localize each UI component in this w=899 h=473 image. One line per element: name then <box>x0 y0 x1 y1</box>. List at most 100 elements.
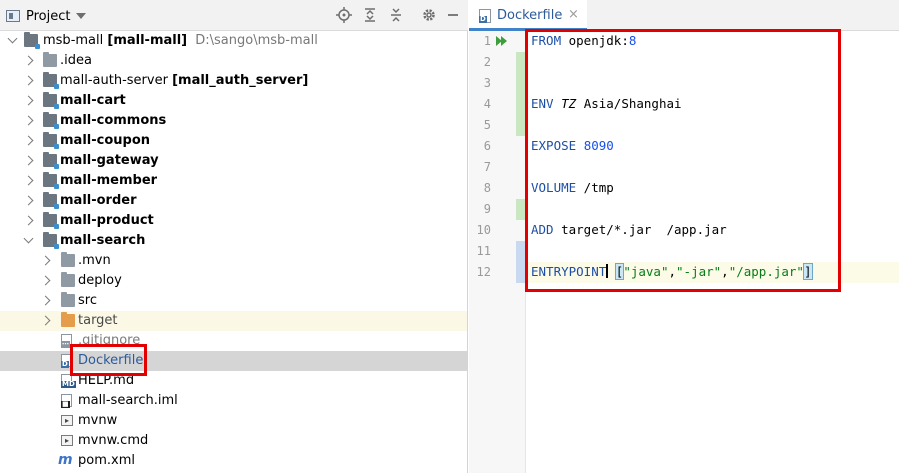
chevron-down-icon[interactable] <box>23 233 34 244</box>
module-folder-icon <box>43 212 59 229</box>
project-panel-header: Project <box>0 0 468 31</box>
module-folder-icon <box>43 112 59 129</box>
chevron-right-icon[interactable] <box>23 115 34 126</box>
module-folder-icon <box>43 172 59 189</box>
terminal-file-icon: ▸ <box>61 435 73 446</box>
line-number: 8 <box>483 181 491 195</box>
tree-item-label: target <box>78 313 118 328</box>
line-number: 1 <box>483 34 491 48</box>
module-folder-icon <box>43 72 59 89</box>
close-icon[interactable]: × <box>568 7 579 22</box>
root-name: msb-mall <box>43 33 104 48</box>
module-folder-icon <box>43 152 59 169</box>
folder-icon <box>61 252 75 267</box>
chevron-right-icon[interactable] <box>23 95 34 106</box>
module-folder-icon <box>43 92 59 109</box>
module-folder-icon <box>24 32 40 49</box>
vcs-change-marker[interactable] <box>516 241 525 283</box>
chevron-right-icon[interactable] <box>23 215 34 226</box>
module-folder-icon <box>43 232 59 249</box>
tree-item-label: .idea <box>60 53 92 68</box>
maven-file-icon: m <box>58 452 73 468</box>
tree-item-mvnw[interactable]: ▸ mvnw <box>0 411 467 431</box>
tree-item-deploy[interactable]: deploy <box>0 271 467 291</box>
tree-item-mall-coupon[interactable]: mall-coupon <box>0 131 467 151</box>
tree-item-label: mall-search.iml <box>78 393 178 408</box>
tree-item-pom-xml[interactable]: m pom.xml <box>0 451 467 471</box>
line-number: 2 <box>483 55 491 69</box>
module-folder-icon <box>43 192 59 209</box>
tree-item-mall-gateway[interactable]: mall-gateway <box>0 151 467 171</box>
tree-item-label: .mvn <box>78 253 111 268</box>
project-view-selector[interactable]: Project <box>6 7 87 25</box>
chevron-down-icon <box>76 13 87 19</box>
tree-item-label: mall-product <box>60 213 154 228</box>
terminal-file-icon: ▸ <box>61 415 73 426</box>
tree-item-label: mall-auth-server <box>60 73 168 88</box>
module-folder-icon <box>43 132 59 149</box>
tree-item-label: pom.xml <box>78 453 135 468</box>
chevron-right-icon[interactable] <box>23 55 34 66</box>
tree-item-mall-auth-server[interactable]: mall-auth-server [mall_auth_server] <box>0 71 467 91</box>
tab-dockerfile[interactable]: D Dockerfile × <box>469 0 587 31</box>
chevron-right-icon[interactable] <box>23 175 34 186</box>
hide-panel-icon[interactable] <box>445 7 461 23</box>
run-icon[interactable] <box>501 36 507 46</box>
project-tool-window: Project msb-mall [mall-mall] D:\sango\ms… <box>0 0 468 473</box>
tree-item-mvn[interactable]: .mvn <box>0 251 467 271</box>
tree-item-mall-member[interactable]: mall-member <box>0 171 467 191</box>
tree-item-mall-search[interactable]: mall-search <box>0 231 467 251</box>
tree-item-label: mvnw <box>78 413 118 428</box>
root-module: [mall-mall] <box>107 33 188 48</box>
tree-item-label: mvnw.cmd <box>78 433 149 448</box>
expand-all-icon[interactable] <box>362 7 378 23</box>
dockerfile-icon: D <box>479 9 491 23</box>
vcs-change-marker[interactable] <box>516 52 525 136</box>
tree-item-label: mall-order <box>60 193 137 208</box>
chevron-right-icon[interactable] <box>40 255 51 266</box>
tree-root-msb-mall[interactable]: msb-mall [mall-mall] D:\sango\msb-mall <box>0 31 467 51</box>
chevron-right-icon[interactable] <box>23 135 34 146</box>
line-number: 9 <box>483 202 491 216</box>
vcs-change-marker[interactable] <box>516 199 525 220</box>
tree-item-mall-product[interactable]: mall-product <box>0 211 467 231</box>
line-number: 5 <box>483 118 491 132</box>
tree-item-label: mall-search <box>60 233 146 248</box>
chevron-right-icon[interactable] <box>23 195 34 206</box>
project-icon <box>6 10 20 22</box>
gear-icon[interactable] <box>421 7 437 23</box>
tree-item-label: src <box>78 293 97 308</box>
chevron-right-icon[interactable] <box>40 275 51 286</box>
chevron-right-icon[interactable] <box>40 315 51 326</box>
excluded-folder-icon <box>61 312 75 327</box>
tree-item-mall-order[interactable]: mall-order <box>0 191 467 211</box>
tree-item-mall-cart[interactable]: mall-cart <box>0 91 467 111</box>
folder-icon <box>61 292 75 307</box>
project-panel-title: Project <box>26 8 71 24</box>
chevron-right-icon[interactable] <box>23 75 34 86</box>
tree-item-label: mall-gateway <box>60 153 159 168</box>
line-number: 3 <box>483 76 491 90</box>
tree-item-label: mall-commons <box>60 113 167 128</box>
code-highlight-box <box>525 29 841 292</box>
root-path: D:\sango\msb-mall <box>195 33 318 48</box>
tree-item-idea[interactable]: .idea <box>0 51 467 71</box>
line-number: 6 <box>483 139 491 153</box>
line-number: 11 <box>476 244 491 258</box>
editor-gutter: 1 2 3 4 5 6 7 8 9 10 11 12 <box>469 31 526 473</box>
tree-item-mvnw-cmd[interactable]: ▸ mvnw.cmd <box>0 431 467 451</box>
tree-item-mall-search-iml[interactable]: ■ mall-search.iml <box>0 391 467 411</box>
folder-icon <box>43 52 57 67</box>
chevron-right-icon[interactable] <box>40 295 51 306</box>
tree-item-label: mall-coupon <box>60 133 151 148</box>
tree-item-src[interactable]: src <box>0 291 467 311</box>
line-number: 4 <box>483 97 491 111</box>
tab-label: Dockerfile <box>497 8 563 23</box>
line-number: 12 <box>476 265 491 279</box>
tree-item-target[interactable]: target <box>0 311 467 331</box>
chevron-down-icon[interactable] <box>7 33 18 44</box>
chevron-right-icon[interactable] <box>23 155 34 166</box>
tree-item-mall-commons[interactable]: mall-commons <box>0 111 467 131</box>
locate-icon[interactable] <box>336 7 352 23</box>
collapse-all-icon[interactable] <box>388 7 404 23</box>
